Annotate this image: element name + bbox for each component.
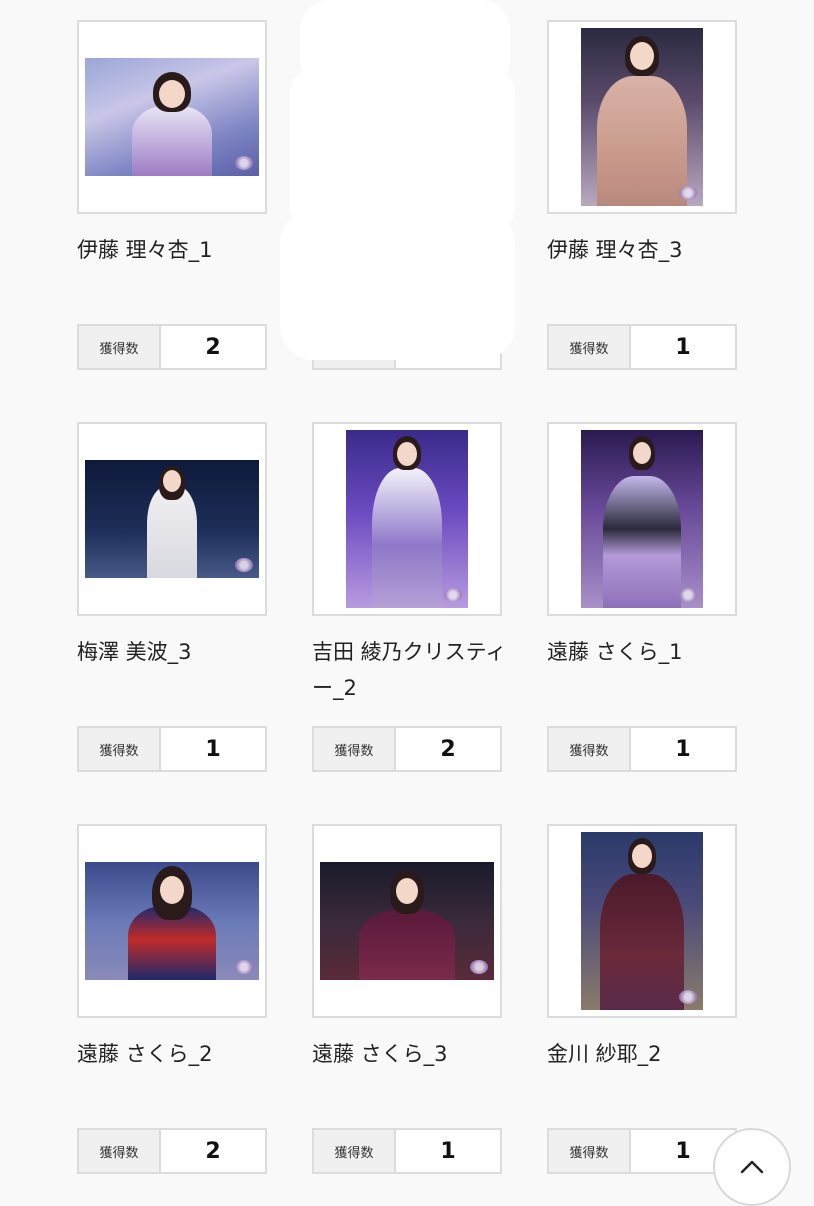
member-name: 金川 紗耶_2 bbox=[547, 1042, 662, 1066]
redaction-overlay bbox=[290, 70, 515, 230]
redaction-overlay bbox=[280, 210, 515, 360]
acquired-count-value: 2 bbox=[440, 736, 456, 762]
member-photo bbox=[85, 58, 259, 176]
photo-thumbnail[interactable] bbox=[547, 20, 737, 214]
member-photo bbox=[581, 430, 703, 608]
chevron-up-icon bbox=[740, 1160, 764, 1174]
scroll-to-top-button[interactable] bbox=[713, 1128, 791, 1206]
acquired-count-value: 1 bbox=[675, 736, 691, 762]
acquired-count-box: 獲得数 1 bbox=[547, 726, 737, 772]
acquired-count-label: 獲得数 bbox=[314, 728, 396, 770]
member-name: 伊藤 理々杏_1 bbox=[77, 238, 213, 262]
acquired-count-box: 獲得数 1 bbox=[547, 1128, 737, 1174]
member-name: 吉田 綾乃クリスティー_2 bbox=[312, 640, 507, 700]
photo-thumbnail[interactable] bbox=[77, 422, 267, 616]
member-name: 遠藤 さくら_1 bbox=[547, 640, 683, 664]
acquired-count-box: 獲得数 2 bbox=[312, 726, 502, 772]
member-photo bbox=[85, 460, 259, 578]
acquired-count-value: 1 bbox=[675, 334, 691, 360]
member-name: 梅澤 美波_3 bbox=[77, 640, 192, 664]
member-name: 遠藤 さくら_3 bbox=[312, 1042, 448, 1066]
acquired-count-value: 2 bbox=[205, 334, 221, 360]
acquired-count-value: 2 bbox=[205, 1138, 221, 1164]
member-name: 伊藤 理々杏_3 bbox=[547, 238, 683, 262]
photo-thumbnail[interactable] bbox=[547, 422, 737, 616]
member-photo bbox=[346, 430, 468, 608]
member-name: 遠藤 さくら_2 bbox=[77, 1042, 213, 1066]
acquired-count-value: 1 bbox=[440, 1138, 456, 1164]
acquired-count-label: 獲得数 bbox=[549, 1130, 631, 1172]
acquired-count-box: 獲得数 1 bbox=[77, 726, 267, 772]
photo-thumbnail[interactable] bbox=[77, 20, 267, 214]
member-photo bbox=[320, 862, 494, 980]
acquired-count-label: 獲得数 bbox=[79, 728, 161, 770]
acquired-count-label: 獲得数 bbox=[79, 326, 161, 368]
acquired-count-value: 1 bbox=[205, 736, 221, 762]
acquired-count-label: 獲得数 bbox=[549, 326, 631, 368]
acquired-count-box: 獲得数 1 bbox=[547, 324, 737, 370]
photo-thumbnail[interactable] bbox=[312, 824, 502, 1018]
member-photo bbox=[581, 28, 703, 206]
member-photo bbox=[85, 862, 259, 980]
photo-thumbnail[interactable] bbox=[312, 422, 502, 616]
acquired-count-box: 獲得数 1 bbox=[312, 1128, 502, 1174]
photo-thumbnail[interactable] bbox=[547, 824, 737, 1018]
acquired-count-label: 獲得数 bbox=[549, 728, 631, 770]
member-photo bbox=[581, 832, 703, 1010]
acquired-count-label: 獲得数 bbox=[79, 1130, 161, 1172]
photo-thumbnail[interactable] bbox=[77, 824, 267, 1018]
acquired-count-label: 獲得数 bbox=[314, 1130, 396, 1172]
acquired-count-box: 獲得数 2 bbox=[77, 1128, 267, 1174]
acquired-count-box: 獲得数 2 bbox=[77, 324, 267, 370]
